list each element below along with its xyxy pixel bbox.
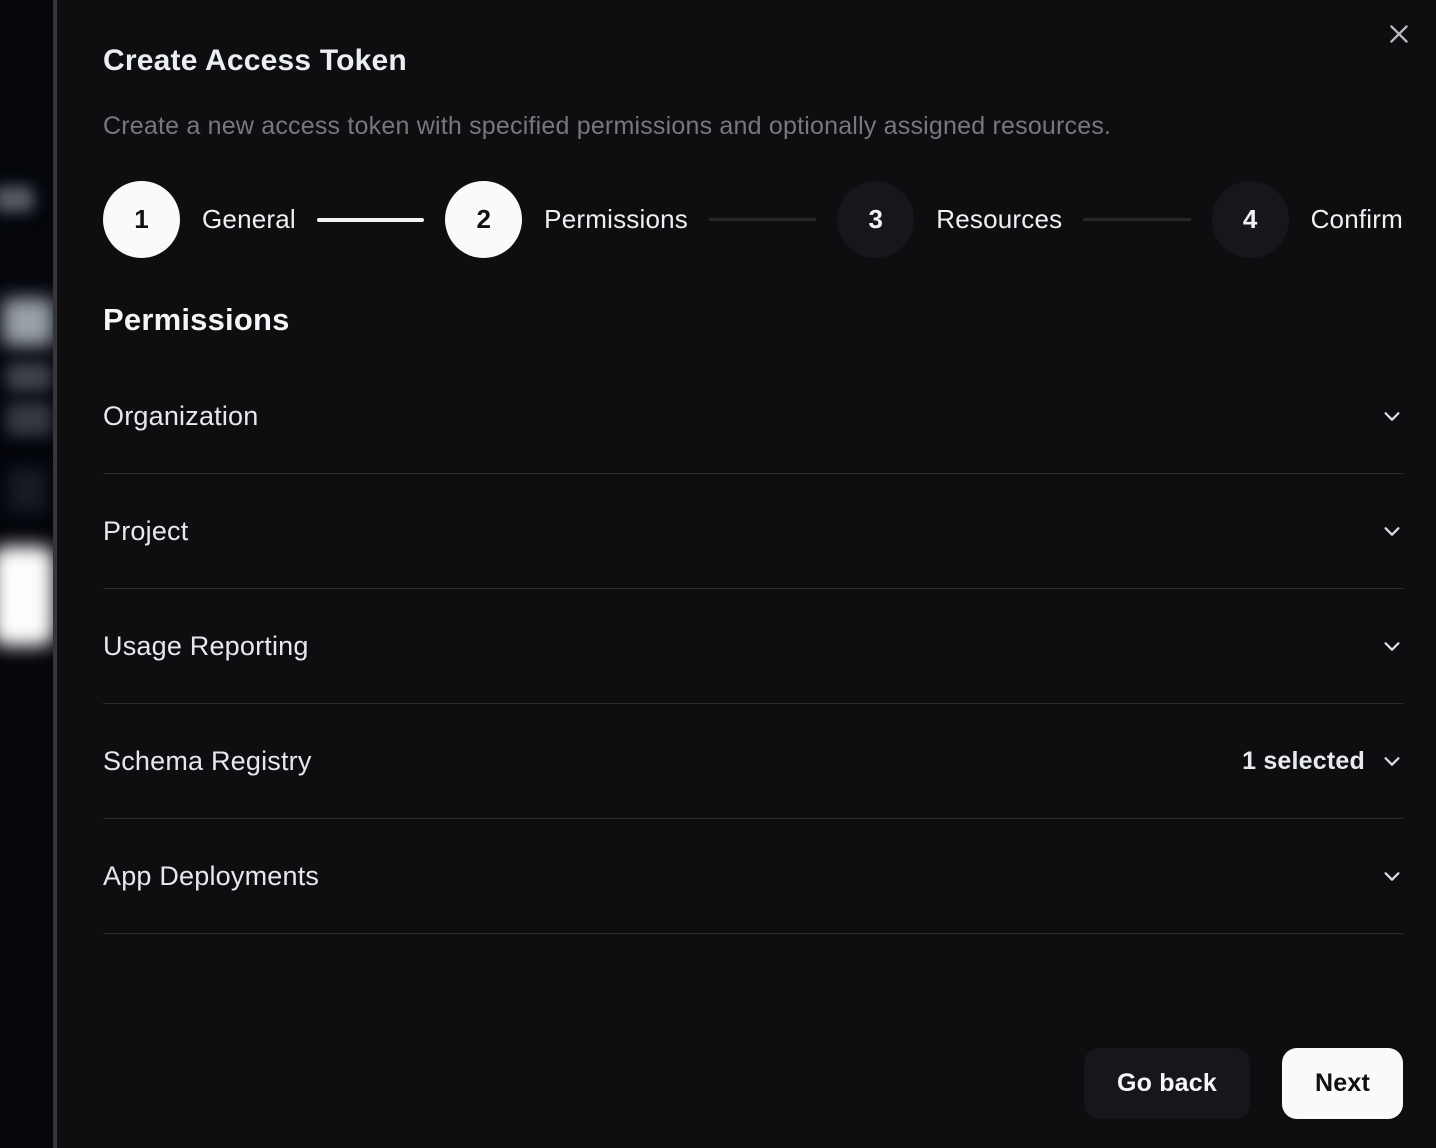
modal-footer: Go back Next [103,1048,1403,1119]
step-permissions[interactable]: 2 Permissions [445,181,688,258]
step-connector [709,218,816,221]
modal-title: Create Access Token [103,42,1403,80]
next-button[interactable]: Next [1282,1048,1403,1119]
background-blur-text [0,186,34,212]
selected-count: 1 selected [1242,747,1365,776]
go-back-button[interactable]: Go back [1084,1048,1250,1119]
step-label: General [202,204,296,235]
chevron-down-icon [1381,750,1403,772]
step-label: Permissions [544,204,688,235]
accordion-label: App Deployments [103,861,319,892]
background-blur-heading [2,298,54,346]
background-blur-text [6,362,52,392]
accordion-row-app-deployments[interactable]: App Deployments [103,819,1403,934]
step-number-circle: 1 [103,181,180,258]
step-connector [317,218,424,222]
stepper: 1 General 2 Permissions 3 Resources 4 Co… [103,181,1403,258]
close-icon [1386,21,1412,50]
accordion-label: Organization [103,401,259,432]
step-number-circle: 2 [445,181,522,258]
background-blur-card [0,546,54,646]
chevron-down-icon [1381,635,1403,657]
step-number-circle: 4 [1212,181,1289,258]
chevron-down-icon [1381,405,1403,427]
step-number-circle: 3 [837,181,914,258]
accordion-label: Project [103,516,188,547]
step-resources[interactable]: 3 Resources [837,181,1062,258]
step-confirm[interactable]: 4 Confirm [1212,181,1403,258]
section-heading: Permissions [103,302,1403,338]
step-general[interactable]: 1 General [103,181,296,258]
step-connector [1083,218,1190,221]
permissions-accordion: Organization Project Usage Reporting [103,359,1403,934]
create-access-token-modal: Create Access Token Create a new access … [53,0,1436,1148]
background-page [0,0,56,1148]
accordion-row-schema-registry[interactable]: Schema Registry 1 selected [103,704,1403,819]
modal-subtitle: Create a new access token with specified… [103,110,1403,142]
accordion-row-usage-reporting[interactable]: Usage Reporting [103,589,1403,704]
accordion-label: Usage Reporting [103,631,309,662]
background-blur-icon [8,468,46,512]
step-label: Resources [936,204,1062,235]
accordion-label: Schema Registry [103,746,312,777]
background-blur-text [6,402,52,436]
chevron-down-icon [1381,865,1403,887]
step-label: Confirm [1311,204,1403,235]
accordion-row-organization[interactable]: Organization [103,359,1403,474]
chevron-down-icon [1381,520,1403,542]
accordion-row-project[interactable]: Project [103,474,1403,589]
close-button[interactable] [1382,18,1416,52]
